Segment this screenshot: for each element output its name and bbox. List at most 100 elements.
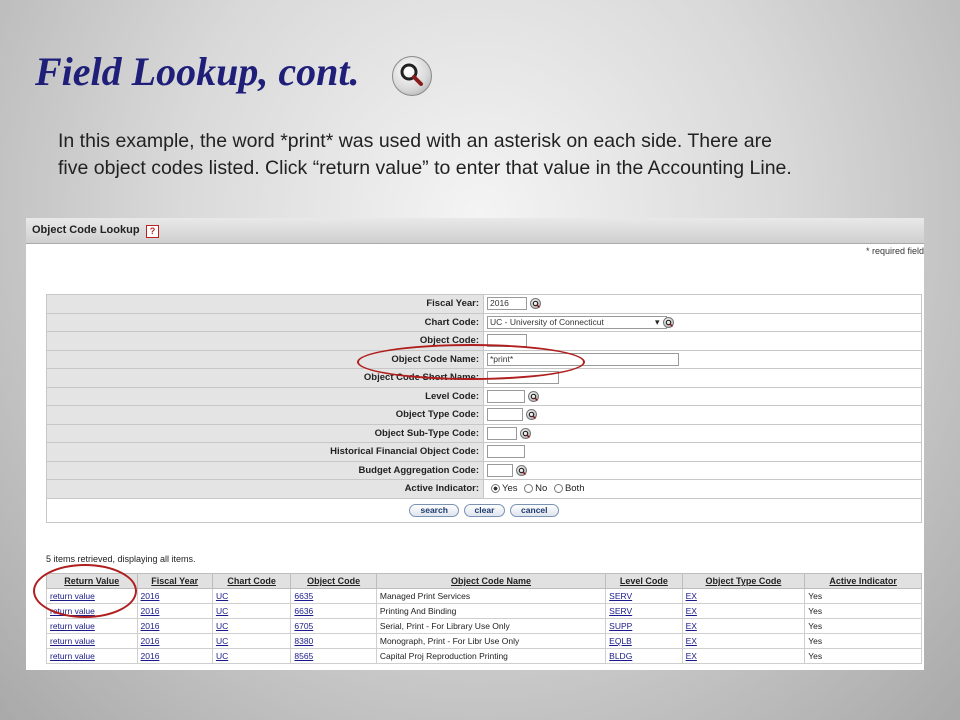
cell-link[interactable]: SUPP <box>609 621 632 631</box>
cell-link[interactable]: EX <box>686 651 697 661</box>
table-cell: 2016 <box>136 603 213 619</box>
slide-title: Field Lookup, cont. <box>35 49 360 94</box>
clear-button[interactable]: clear <box>463 503 506 517</box>
cell-link[interactable]: 6635 <box>294 591 313 601</box>
dropdown-arrow-icon[interactable]: ▾ <box>655 317 660 327</box>
table-cell: Monograph, Print - For Libr Use Only <box>375 633 607 649</box>
cell-link[interactable]: 2016 <box>141 606 160 616</box>
criteria-label: Fiscal Year: <box>46 294 484 314</box>
cell-link[interactable]: EX <box>686 621 697 631</box>
return-value-link[interactable]: return value <box>50 636 95 646</box>
cell-link[interactable]: BLDG <box>609 651 632 661</box>
criteria-label: Object Code: <box>46 331 484 351</box>
criteria-row: Object Code Short Name: <box>46 368 922 388</box>
lookup-icon[interactable] <box>520 427 531 439</box>
lookup-criteria-form: Fiscal Year: 2016 Chart Code: UC - Universi… <box>46 294 922 523</box>
cell-link[interactable]: UC <box>216 636 228 646</box>
cell-link[interactable]: SERV <box>609 591 632 601</box>
slide-body-text: In this example, the word *print* was us… <box>58 130 792 179</box>
table-cell: EX <box>681 648 806 664</box>
return-value-link[interactable]: return value <box>50 606 95 616</box>
active-yes-radio[interactable] <box>491 484 500 494</box>
search-button[interactable]: search <box>409 503 459 517</box>
criteria-input[interactable] <box>487 371 559 385</box>
cell-link[interactable]: SERV <box>609 606 632 616</box>
criteria-input[interactable] <box>487 426 517 440</box>
button-row: search clear cancel <box>46 497 922 523</box>
criteria-input[interactable] <box>487 389 525 403</box>
criteria-input[interactable] <box>487 463 513 477</box>
lookup-icon[interactable] <box>530 298 541 310</box>
lookup-icon[interactable] <box>516 464 527 476</box>
cell-link[interactable]: 2016 <box>141 651 160 661</box>
table-cell: Yes <box>804 633 922 649</box>
cell-link[interactable]: 2016 <box>141 636 160 646</box>
cell-link[interactable]: EX <box>686 591 697 601</box>
table-cell: EX <box>681 618 806 634</box>
return-value-link[interactable]: return value <box>50 651 95 661</box>
column-header[interactable]: Object Code Name <box>375 573 607 589</box>
column-header[interactable]: Object Code <box>290 573 377 589</box>
cell-link[interactable]: UC <box>216 651 228 661</box>
table-cell: 2016 <box>136 648 213 664</box>
active-no-radio[interactable] <box>524 484 534 494</box>
cell-link[interactable]: UC <box>216 591 228 601</box>
column-header[interactable]: Return Value <box>46 573 138 589</box>
table-cell: Managed Print Services <box>375 588 607 604</box>
table-cell: Printing And Binding <box>375 603 607 619</box>
table-cell: Serial, Print - For Library Use Only <box>375 618 607 634</box>
cell-link[interactable]: EX <box>686 606 697 616</box>
table-cell: BLDG <box>605 648 683 664</box>
lookup-title: Object Code Lookup <box>32 224 140 236</box>
criteria-input[interactable] <box>487 445 525 459</box>
criteria-input[interactable] <box>487 334 527 348</box>
table-cell: UC <box>211 618 292 634</box>
cell-link[interactable]: UC <box>216 606 228 616</box>
return-value-link[interactable]: return value <box>50 621 95 631</box>
results-table: Return Value Fiscal Year Chart Code Object … <box>46 573 922 664</box>
table-cell: return value <box>46 633 138 649</box>
criteria-input[interactable]: *print* <box>487 352 679 366</box>
criteria-input[interactable] <box>487 408 523 422</box>
criteria-row: Chart Code: UC - University of Connecticu… <box>46 312 922 332</box>
cell-link[interactable]: 2016 <box>141 621 160 631</box>
chart-code-select[interactable]: UC - University of Connecticut <box>487 315 667 329</box>
criteria-label: Object Code Short Name: <box>46 368 484 388</box>
cell-link[interactable]: UC <box>216 621 228 631</box>
help-icon[interactable]: ? <box>146 225 159 238</box>
cancel-button[interactable]: cancel <box>510 503 559 517</box>
lookup-icon[interactable] <box>526 409 537 421</box>
criteria-label: Level Code: <box>46 386 484 406</box>
cell-link[interactable]: 6636 <box>294 606 313 616</box>
active-both-radio[interactable] <box>553 484 563 494</box>
column-header[interactable]: Level Code <box>605 573 683 589</box>
criteria-field-cell <box>483 460 922 480</box>
column-header[interactable]: Fiscal Year <box>136 573 213 589</box>
cell-link[interactable]: 6705 <box>294 621 313 631</box>
column-header[interactable]: Object Type Code <box>681 573 806 589</box>
table-cell: SUPP <box>605 618 683 634</box>
criteria-field-cell <box>483 368 922 388</box>
table-cell: 6635 <box>290 588 377 604</box>
criteria-row: Level Code: <box>46 386 922 406</box>
return-value-link[interactable]: return value <box>50 591 95 601</box>
lookup-icon[interactable] <box>662 316 674 328</box>
column-header[interactable]: Active Indicator <box>804 573 922 589</box>
cell-link[interactable]: 8565 <box>294 651 313 661</box>
column-header[interactable]: Chart Code <box>211 573 292 589</box>
table-row: return value 2016 UC 8380 Monograph, Print -… <box>46 633 922 649</box>
criteria-row: Object Code: <box>46 331 922 351</box>
active-yes-label: Yes <box>502 483 518 495</box>
table-cell: Yes <box>804 618 922 634</box>
criteria-field-cell <box>483 331 922 351</box>
table-row: return value 2016 UC 8565 Capital Proj Repro… <box>46 648 922 664</box>
cell-link[interactable]: EX <box>686 636 697 646</box>
lookup-icon[interactable] <box>528 390 539 402</box>
cell-link[interactable]: 2016 <box>141 591 160 601</box>
cell-link[interactable]: 8380 <box>294 636 313 646</box>
active-indicator-options: Yes No Both <box>483 479 922 499</box>
table-cell: 8380 <box>290 633 377 649</box>
criteria-input[interactable]: 2016 <box>487 297 527 311</box>
table-cell: Yes <box>804 648 922 664</box>
cell-link[interactable]: EQLB <box>609 636 632 646</box>
